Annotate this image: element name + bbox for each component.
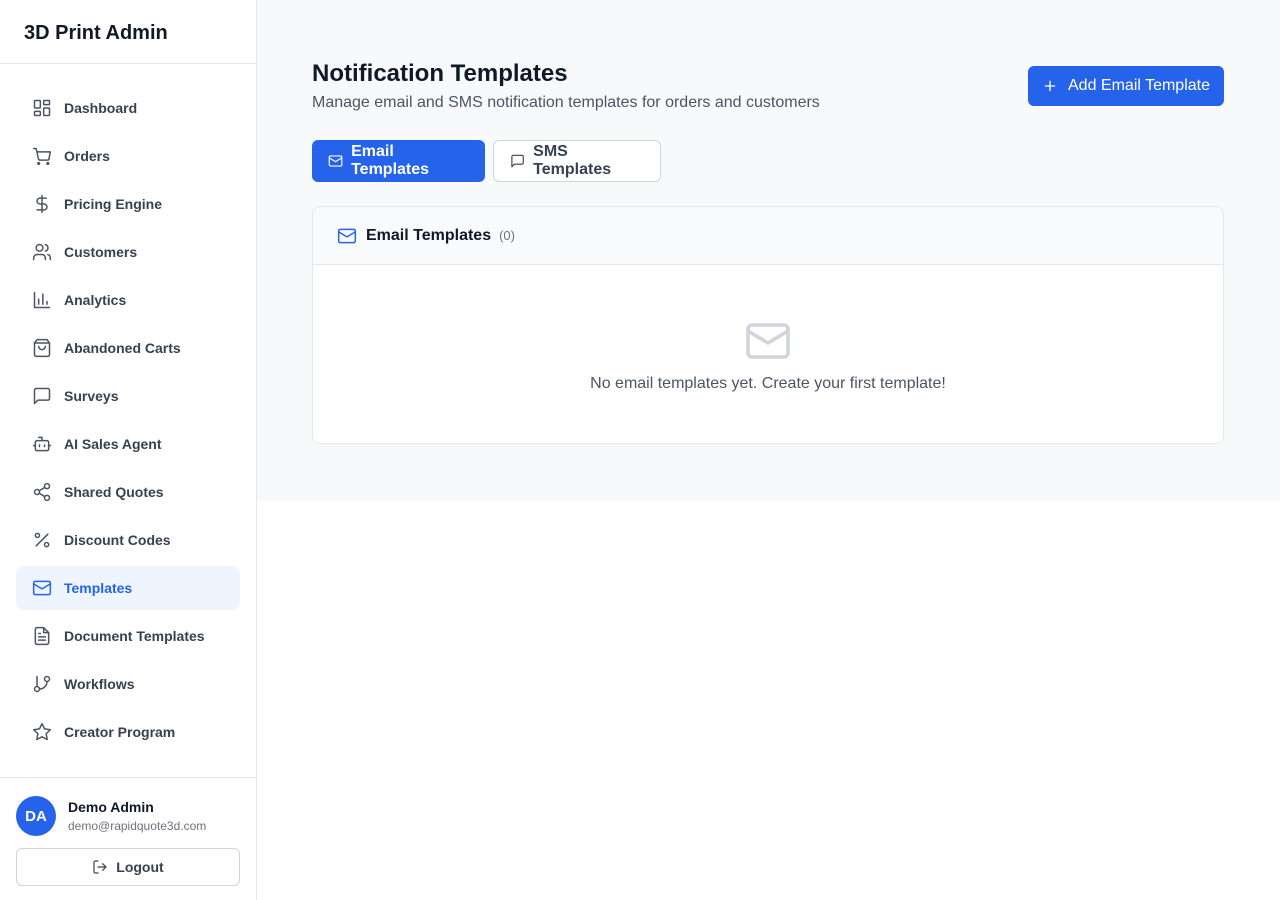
sidebar-item-label: Abandoned Carts xyxy=(64,340,181,356)
user-info: DA Demo Admin demo@rapidquote3d.com xyxy=(16,796,240,836)
sidebar-item-label: Workflows xyxy=(64,676,135,692)
mail-icon xyxy=(337,228,357,243)
message-square-icon xyxy=(32,386,52,406)
logout-button[interactable]: Logout xyxy=(16,848,240,886)
sidebar-item-label: Analytics xyxy=(64,292,127,308)
sidebar-nav: Dashboard Orders Pricing Engine Customer… xyxy=(0,64,256,754)
users-icon xyxy=(32,242,52,262)
sidebar-item-label: Surveys xyxy=(64,388,119,404)
sidebar-item-templates[interactable]: Templates xyxy=(16,566,240,610)
sidebar-item-shared-quotes[interactable]: Shared Quotes xyxy=(16,470,240,514)
add-email-template-button[interactable]: Add Email Template xyxy=(1028,66,1224,106)
sidebar-item-label: Shared Quotes xyxy=(64,484,164,500)
sidebar-item-orders[interactable]: Orders xyxy=(16,134,240,178)
sidebar-item-label: Pricing Engine xyxy=(64,196,163,212)
card-title: Email Templates xyxy=(366,226,492,244)
bot-icon xyxy=(32,434,52,454)
plus-icon xyxy=(1044,80,1056,92)
app-title: 3D Print Admin xyxy=(0,0,256,64)
page-subtitle: Manage email and SMS notification templa… xyxy=(312,94,820,111)
sidebar-item-label: Templates xyxy=(64,580,133,596)
page-title: Notification Templates xyxy=(312,60,568,87)
sidebar-item-dashboard[interactable]: Dashboard xyxy=(16,86,240,130)
logout-label: Logout xyxy=(116,859,164,875)
percent-icon xyxy=(32,530,52,550)
tab-email-templates[interactable]: Email Templates xyxy=(312,140,485,182)
sidebar-item-discount-codes[interactable]: Discount Codes xyxy=(16,518,240,562)
tab-label: SMS Templates xyxy=(533,143,612,178)
user-email: demo@rapidquote3d.com xyxy=(68,819,207,833)
dashboard-icon xyxy=(32,98,52,118)
user-name: Demo Admin xyxy=(68,799,154,815)
logout-icon xyxy=(93,860,107,874)
sidebar-item-label: Document Templates xyxy=(64,628,205,644)
sidebar-item-ai-sales-agent[interactable]: AI Sales Agent xyxy=(16,422,240,466)
cart-icon xyxy=(32,146,52,166)
sidebar: 3D Print Admin Dashboard Orders Pricing … xyxy=(0,0,257,900)
mail-icon xyxy=(746,323,790,359)
sidebar-item-creator-program[interactable]: Creator Program xyxy=(16,710,240,754)
sidebar-item-label: Customers xyxy=(64,244,138,260)
sidebar-item-label: Creator Program xyxy=(64,724,176,740)
git-branch-icon xyxy=(32,674,52,694)
sidebar-item-analytics[interactable]: Analytics xyxy=(16,278,240,322)
message-square-icon xyxy=(511,154,524,168)
card-header: Email Templates (0) xyxy=(313,207,1223,265)
share-icon xyxy=(32,482,52,502)
user-panel: DA Demo Admin demo@rapidquote3d.com Logo… xyxy=(0,777,256,900)
sidebar-item-label: Discount Codes xyxy=(64,532,171,548)
page-header: Notification Templates Manage email and … xyxy=(312,60,820,112)
template-count: (0) xyxy=(499,228,515,243)
mail-icon xyxy=(328,155,343,167)
sidebar-item-label: Dashboard xyxy=(64,100,138,116)
sidebar-item-label: Orders xyxy=(64,148,110,164)
sidebar-item-document-templates[interactable]: Document Templates xyxy=(16,614,240,658)
add-button-label: Add Email Template xyxy=(1068,77,1210,94)
star-icon xyxy=(32,722,52,742)
template-tabs: Email Templates SMS Templates xyxy=(312,140,669,182)
empty-state-text: No email templates yet. Create your firs… xyxy=(590,375,946,392)
sidebar-item-label: AI Sales Agent xyxy=(64,436,162,452)
shopping-bag-icon xyxy=(32,338,52,358)
sidebar-item-workflows[interactable]: Workflows xyxy=(16,662,240,706)
mail-icon xyxy=(32,578,52,598)
bar-chart-icon xyxy=(32,290,52,310)
avatar: DA xyxy=(16,796,56,836)
sidebar-item-customers[interactable]: Customers xyxy=(16,230,240,274)
email-templates-card: Email Templates (0) No email templates y… xyxy=(312,206,1224,444)
sidebar-item-pricing-engine[interactable]: Pricing Engine xyxy=(16,182,240,226)
sidebar-item-surveys[interactable]: Surveys xyxy=(16,374,240,418)
file-text-icon xyxy=(32,626,52,646)
empty-state: No email templates yet. Create your firs… xyxy=(313,265,1223,393)
sidebar-item-abandoned-carts[interactable]: Abandoned Carts xyxy=(16,326,240,370)
tab-sms-templates[interactable]: SMS Templates xyxy=(493,140,661,182)
dollar-icon xyxy=(32,194,52,214)
tab-label: Email Templates xyxy=(351,143,430,178)
